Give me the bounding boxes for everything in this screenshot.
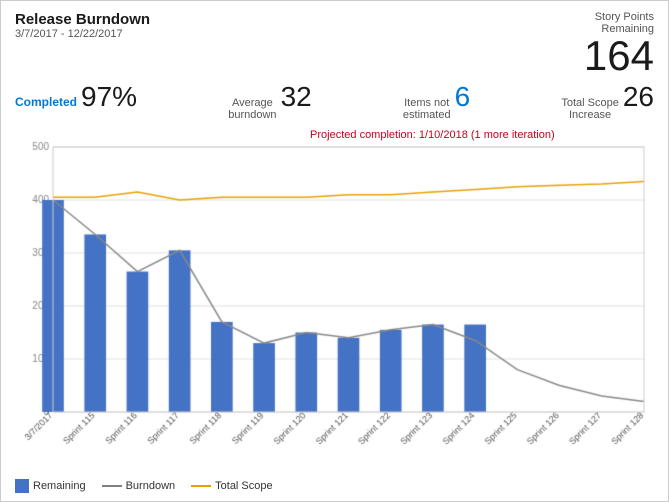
completed-label: Completed	[15, 95, 77, 109]
avg-burndown-value: 32	[281, 83, 312, 111]
items-not-estimated-label: Items notestimated	[403, 97, 451, 121]
chart-area: Projected completion: 1/10/2018 (1 more …	[15, 127, 654, 477]
metric-items-not-estimated: Items notestimated 6	[403, 83, 470, 121]
projection-text: Projected completion: 1/10/2018 (1 more …	[310, 129, 555, 141]
total-scope-swatch	[191, 485, 211, 487]
date-range: 3/7/2017 - 12/22/2017	[15, 28, 150, 40]
title-block: Release Burndown 3/7/2017 - 12/22/2017	[15, 11, 150, 40]
burndown-chart	[15, 127, 654, 477]
total-scope-legend-label: Total Scope	[215, 480, 272, 492]
legend: Remaining Burndown Total Scope	[15, 479, 654, 493]
avg-burndown-label: Averageburndown	[228, 97, 276, 121]
remaining-label: Remaining	[33, 480, 86, 492]
legend-total-scope: Total Scope	[191, 480, 272, 492]
burndown-label: Burndown	[126, 480, 176, 492]
total-scope-label: Total ScopeIncrease	[561, 97, 618, 121]
metric-avg-burndown: Averageburndown 32	[228, 83, 311, 121]
metric-total-scope: Total ScopeIncrease 26	[561, 83, 654, 121]
story-points-block: Story PointsRemaining 164	[584, 11, 654, 77]
metric-completed: Completed 97%	[15, 83, 137, 121]
completed-value: 97%	[81, 83, 137, 111]
header-row: Release Burndown 3/7/2017 - 12/22/2017 S…	[15, 11, 654, 77]
chart-title: Release Burndown	[15, 11, 150, 28]
legend-remaining: Remaining	[15, 479, 86, 493]
burndown-swatch	[102, 485, 122, 487]
story-points-value: 164	[584, 35, 654, 77]
remaining-swatch	[15, 479, 29, 493]
metrics-row: Completed 97% Averageburndown 32 Items n…	[15, 83, 654, 121]
legend-burndown: Burndown	[102, 480, 176, 492]
main-container: Release Burndown 3/7/2017 - 12/22/2017 S…	[0, 0, 669, 502]
total-scope-value: 26	[623, 83, 654, 111]
items-not-estimated-value: 6	[455, 83, 471, 111]
